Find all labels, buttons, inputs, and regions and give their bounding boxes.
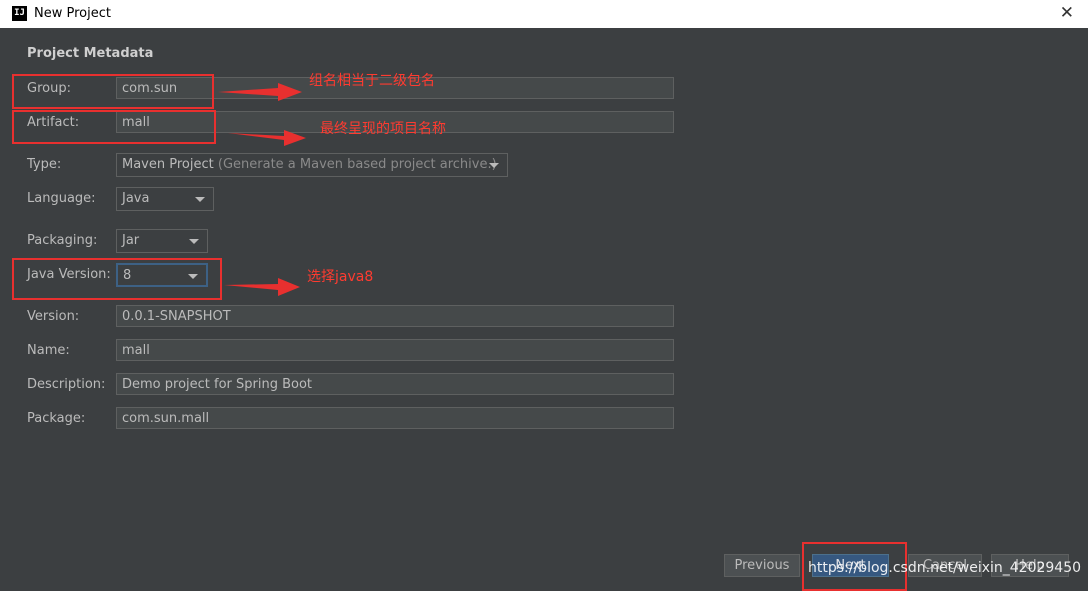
- artifact-annotation-text: 最终呈现的项目名称: [320, 121, 446, 137]
- packaging-label: Packaging:: [27, 233, 98, 248]
- version-label: Version:: [27, 309, 80, 324]
- close-icon[interactable]: ✕: [1060, 3, 1074, 23]
- artifact-highlight-box: [12, 110, 216, 144]
- annotation-arrow-icon: [218, 83, 302, 101]
- previous-button[interactable]: Previous: [724, 554, 800, 577]
- chevron-down-icon: [195, 197, 205, 202]
- language-select-value: Java: [122, 191, 150, 206]
- previous-button-label: Previous: [734, 558, 790, 573]
- package-field[interactable]: com.sun.mall: [116, 407, 674, 429]
- chevron-down-icon: [489, 163, 499, 168]
- group-highlight-box: [12, 74, 214, 109]
- name-label: Name:: [27, 343, 70, 358]
- type-label: Type:: [27, 157, 62, 172]
- intellij-app-icon: IJ: [12, 6, 27, 21]
- title-bar: IJ New Project ✕: [0, 0, 1088, 29]
- window-title: New Project: [34, 6, 111, 21]
- type-select-value: Maven Project: [122, 157, 214, 172]
- description-label: Description:: [27, 377, 106, 392]
- packaging-select[interactable]: Jar: [116, 229, 208, 253]
- language-select[interactable]: Java: [116, 187, 214, 211]
- section-title: Project Metadata: [27, 46, 154, 61]
- type-select-hint: (Generate a Maven based project archive.…: [217, 157, 497, 172]
- packaging-select-value: Jar: [122, 233, 140, 248]
- group-annotation-text: 组名相当于二级包名: [309, 73, 435, 89]
- version-field[interactable]: 0.0.1-SNAPSHOT: [116, 305, 674, 327]
- chevron-down-icon: [189, 239, 199, 244]
- annotation-arrow-icon: [228, 130, 306, 146]
- java-version-annotation-text: 选择java8: [307, 269, 374, 285]
- package-label: Package:: [27, 411, 86, 426]
- type-select[interactable]: Maven Project (Generate a Maven based pr…: [116, 153, 508, 177]
- java-version-highlight-box: [12, 258, 222, 300]
- annotation-arrow-icon: [224, 278, 300, 296]
- watermark-text: https://blog.csdn.net/weixin_42029450: [808, 560, 1082, 576]
- language-label: Language:: [27, 191, 96, 206]
- description-field[interactable]: Demo project for Spring Boot: [116, 373, 674, 395]
- name-field[interactable]: mall: [116, 339, 674, 361]
